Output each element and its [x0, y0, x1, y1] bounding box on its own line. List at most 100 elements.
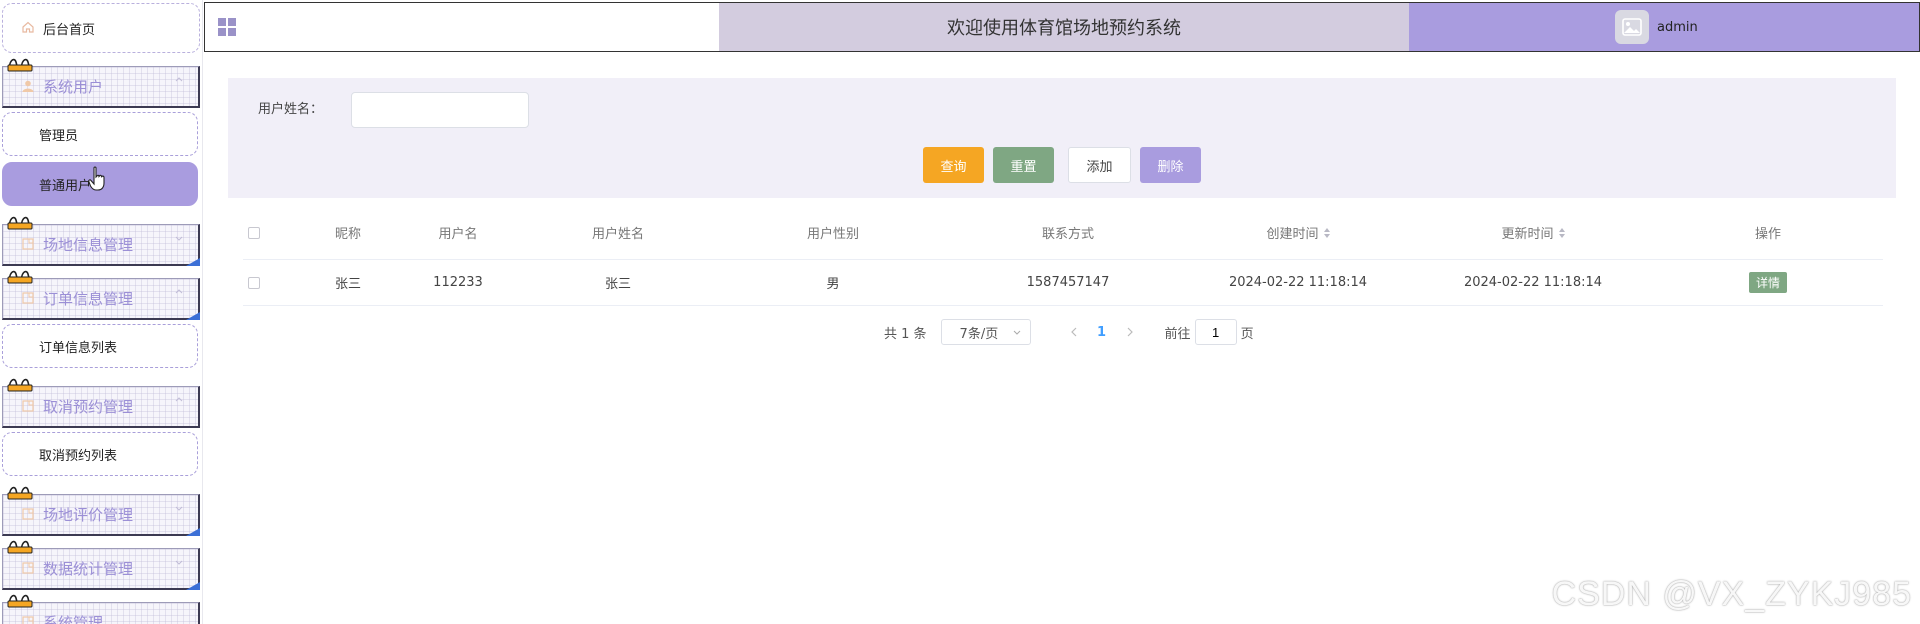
avatar[interactable]	[1615, 10, 1649, 44]
corner-fold	[186, 312, 200, 320]
chevron-down-icon	[175, 506, 183, 511]
col-header-created[interactable]: 创建时间	[1183, 206, 1413, 259]
document-icon	[21, 507, 37, 523]
corner-fold	[186, 258, 200, 266]
prev-page-button[interactable]	[1061, 319, 1087, 345]
cell-gender: 男	[826, 277, 840, 292]
hand-cursor-icon	[88, 166, 105, 191]
chevron-right-icon	[1127, 327, 1133, 337]
sidebar-group-label: 系统用户	[43, 78, 104, 96]
sidebar-item-admin[interactable]: 管理员	[2, 112, 198, 156]
reset-button[interactable]: 重置	[993, 147, 1054, 183]
document-icon	[21, 399, 37, 415]
user-menu[interactable]: admin	[1409, 3, 1919, 51]
watermark: CSDN @VX_ZYKJ985	[1551, 575, 1912, 613]
binder-clip-icon	[7, 270, 33, 284]
sort-icon[interactable]	[1558, 227, 1565, 238]
col-header-label: 更新时间	[1501, 227, 1554, 242]
sidebar-group-label: 取消预约管理	[43, 398, 134, 416]
goto-page-input[interactable]	[1194, 319, 1237, 345]
col-header-updated[interactable]: 更新时间	[1413, 206, 1653, 259]
page-number-current[interactable]: 1	[1087, 325, 1117, 340]
sidebar-item-cancel-list[interactable]: 取消预约列表	[2, 432, 198, 476]
col-header-nickname: 昵称	[334, 227, 361, 242]
home-icon	[21, 20, 37, 36]
document-icon	[21, 615, 37, 624]
cell-created: 2024-02-22 11:18:14	[1228, 275, 1368, 290]
binder-clip-icon	[7, 58, 33, 72]
delete-button[interactable]: 删除	[1140, 147, 1201, 183]
goto-prefix: 前往	[1164, 326, 1191, 342]
sidebar-item-home[interactable]: 后台首页	[2, 3, 200, 53]
cell-username: 112233	[433, 275, 483, 290]
chevron-up-icon	[175, 77, 183, 82]
row-select-cell	[243, 260, 265, 305]
sidebar-group-venue-review[interactable]: 场地评价管理	[2, 494, 200, 536]
pagination: 共 1 条 7条/页 1 前往 页	[884, 318, 1254, 346]
sidebar-item-label: 订单信息列表	[39, 340, 118, 356]
binder-clip-icon	[7, 486, 33, 500]
document-icon	[21, 291, 37, 307]
sidebar-group-label: 系统管理	[43, 614, 104, 624]
binder-clip-icon	[7, 378, 33, 392]
top-header: 欢迎使用体育馆场地预约系统 admin	[204, 2, 1920, 52]
sidebar-item-label: 后台首页	[43, 22, 96, 38]
chevron-up-icon	[175, 397, 183, 402]
select-all-cell	[243, 206, 265, 259]
search-panel: 用户姓名： 查询 重置 添加 删除	[228, 78, 1896, 198]
add-button[interactable]: 添加	[1068, 147, 1131, 183]
col-header-action: 操作	[1754, 227, 1781, 242]
pagination-total: 共 1 条	[884, 326, 927, 342]
sidebar-group-statistics[interactable]: 数据统计管理	[2, 548, 200, 590]
col-header-label: 创建时间	[1266, 227, 1319, 242]
sidebar-item-order-list[interactable]: 订单信息列表	[2, 324, 198, 368]
binder-clip-icon	[7, 540, 33, 554]
sidebar-group-label: 场地信息管理	[43, 236, 134, 254]
binder-clip-icon	[7, 594, 33, 608]
sidebar-group-label: 数据统计管理	[43, 560, 134, 578]
cell-updated: 2024-02-22 11:18:14	[1463, 275, 1603, 290]
sidebar-group-order-info[interactable]: 订单信息管理	[2, 278, 200, 320]
search-input-username[interactable]	[351, 92, 529, 128]
cell-realname: 张三	[604, 277, 631, 292]
col-header-gender: 用户性别	[806, 227, 859, 242]
page-size-select[interactable]: 7条/页	[940, 319, 1031, 345]
document-icon	[21, 561, 37, 577]
sidebar-group-venue-info[interactable]: 场地信息管理	[2, 224, 200, 266]
chevron-down-icon	[1013, 330, 1020, 335]
sidebar: 后台首页 系统用户 管理员 普通用户 场地信息管理 订单信息管理 订单信息列表 …	[0, 0, 203, 624]
col-header-username: 用户名	[438, 227, 478, 242]
sort-icon[interactable]	[1323, 227, 1330, 238]
sidebar-group-cancel-reservation[interactable]: 取消预约管理	[2, 386, 200, 428]
sidebar-item-label: 管理员	[39, 128, 79, 144]
grid-menu-icon[interactable]	[217, 17, 237, 37]
table-header-row: 昵称 用户名 用户姓名 用户性别 联系方式 创建时间 更新时间 操作	[243, 206, 1883, 260]
sidebar-group-label: 订单信息管理	[43, 290, 134, 308]
search-label: 用户姓名：	[258, 102, 324, 117]
select-all-checkbox[interactable]	[248, 226, 260, 239]
username: admin	[1657, 19, 1698, 35]
col-header-phone: 联系方式	[1041, 227, 1094, 242]
table-row: 张三 112233 张三 男 1587457147 2024-02-22 11:…	[243, 260, 1883, 306]
cell-action: 详情	[1653, 260, 1883, 305]
col-header-realname: 用户姓名	[591, 227, 644, 242]
row-checkbox[interactable]	[248, 276, 260, 289]
cell-nickname: 张三	[334, 277, 361, 292]
chevron-up-icon	[175, 289, 183, 294]
chevron-left-icon	[1070, 327, 1076, 337]
chevron-down-icon	[175, 560, 183, 565]
page-title: 欢迎使用体育馆场地预约系统	[719, 3, 1409, 51]
sidebar-item-label: 普通用户	[39, 178, 92, 194]
query-button[interactable]: 查询	[923, 147, 984, 183]
app-title: 欢迎使用体育馆场地预约系统	[947, 18, 1181, 39]
next-page-button[interactable]	[1117, 319, 1143, 345]
detail-button[interactable]: 详情	[1748, 272, 1787, 293]
corner-fold	[186, 582, 200, 590]
sidebar-group-system-users[interactable]: 系统用户	[2, 66, 200, 108]
goto-suffix: 页	[1240, 326, 1254, 342]
image-placeholder-icon	[1622, 18, 1642, 36]
document-icon	[21, 237, 37, 253]
page-size-value: 7条/页	[959, 326, 999, 342]
chevron-down-icon	[175, 236, 183, 241]
corner-fold	[186, 528, 200, 536]
